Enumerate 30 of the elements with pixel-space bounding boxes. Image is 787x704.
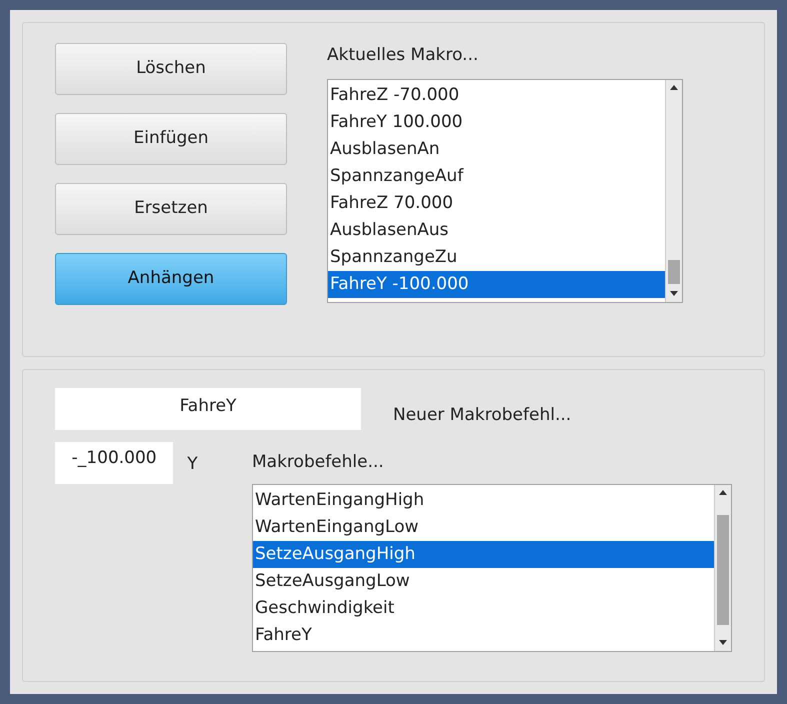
action-button[interactable]: Löschen [55, 43, 287, 95]
list-label: Makrobefehle... [252, 451, 385, 474]
list-item[interactable]: AusblasenAus [328, 216, 665, 244]
list-item[interactable]: FahreZ 70.000 [328, 190, 665, 216]
scrollbar[interactable] [714, 484, 731, 650]
command-field[interactable]: FahreY [55, 388, 361, 430]
scroll-thumb[interactable] [717, 514, 729, 624]
scrollbar[interactable] [665, 80, 682, 302]
list-item[interactable]: SetzeAusgangHigh [253, 540, 714, 568]
value-field[interactable]: -_100.000 [55, 442, 174, 484]
scroll-thumb[interactable] [668, 260, 680, 284]
list-label: Aktuelles Makro... [327, 44, 480, 67]
list-item[interactable]: WartenEingangHigh [253, 486, 714, 514]
action-button[interactable]: Einfügen [55, 113, 287, 165]
list-item[interactable]: SpannzangeAuf [328, 162, 665, 190]
list-item[interactable]: SpannzangeZu [328, 244, 665, 270]
list-box[interactable]: FahreZ -70.000 FahreY 100.000 AusblasenAn SpannzangeAuf FahreZ 70.000 AusblasenAus SpannzangeZu FahreY -100.000 [327, 78, 683, 302]
list-item[interactable]: FahreY -100.000 [328, 270, 665, 298]
list-item[interactable]: AusblasenAn [328, 136, 665, 162]
list-item[interactable]: SetzeAusgangLow [253, 568, 714, 594]
list-item[interactable]: WartenEingangLow [253, 514, 714, 540]
list-box[interactable]: WartenEingangHigh WartenEingangLow SetzeAusgangHigh SetzeAusgangLow Geschwindigkeit FahreY [252, 484, 732, 652]
list-item[interactable]: FahreZ -70.000 [328, 82, 665, 108]
action-button[interactable]: Anhängen [55, 253, 287, 305]
list-item[interactable]: FahreY [253, 622, 714, 648]
action-button[interactable]: Ersetzen [55, 183, 287, 235]
field-label: Neuer Makrobefehl... [393, 404, 572, 426]
list-item[interactable]: FahreY 100.000 [328, 108, 665, 136]
unit-label: Y [187, 453, 199, 476]
list-item[interactable]: Geschwindigkeit [253, 594, 714, 622]
